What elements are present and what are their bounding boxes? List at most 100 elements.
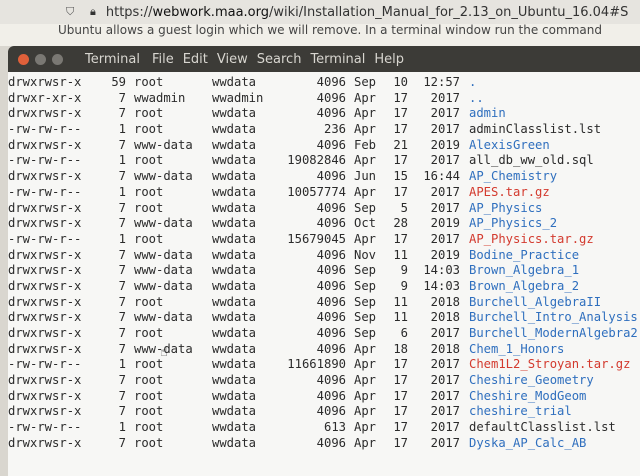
time-cell: 14:03 xyxy=(423,263,460,278)
link-count-cell: 7 xyxy=(118,278,126,293)
minimize-window-icon[interactable] xyxy=(35,53,46,65)
size-cell: 4096 xyxy=(316,200,346,215)
owner-cell: root xyxy=(134,122,164,137)
filename-cell: Chem_1_Honors xyxy=(469,341,565,356)
maximize-window-icon[interactable] xyxy=(52,53,63,65)
listing-row: drwxr-xr-x 7 wwadmin wwadmin 4096 Apr 17 2017.. xyxy=(8,91,640,107)
month-cell: Apr xyxy=(354,122,377,137)
filename-cell: Cheshire_Geometry xyxy=(469,373,594,388)
month-cell: Sep xyxy=(354,75,377,89)
month-cell: Nov xyxy=(354,247,377,262)
size-cell: 10057774 xyxy=(287,184,346,199)
listing-row: drwxrwsr-x 59 root wwdata 4096 Sep 10 12:57. xyxy=(8,75,640,91)
listing-row: drwxrwsr-x 7 www-data wwdata 4096 Nov 11 2019 Bo… xyxy=(8,248,640,264)
filename-cell: all_db_ww_old.sql xyxy=(469,153,594,168)
month-cell: Apr xyxy=(354,106,377,121)
size-cell: 613 xyxy=(323,420,346,435)
link-count-cell: 1 xyxy=(118,231,126,246)
group-cell: wwdata xyxy=(212,137,257,152)
owner-cell: www-data xyxy=(134,137,193,152)
owner-cell: root xyxy=(134,326,164,340)
day-cell: 17 xyxy=(393,388,408,403)
listing-row: drwxrwsr-x 7 www-data wwdata 4096 Oct 28 2019 AP… xyxy=(8,216,640,232)
menu-edit[interactable]: Edit xyxy=(183,52,208,67)
owner-cell: root xyxy=(134,153,164,168)
owner-cell: root xyxy=(134,420,164,435)
menu-view[interactable]: View xyxy=(217,52,248,67)
listing-row: drwxrwsr-x 7 www-data wwdata 4096 Sep 11 2018 Bu… xyxy=(8,310,640,326)
group-cell: wwdata xyxy=(212,420,257,435)
permissions-cell: drwxrwsr-x xyxy=(8,326,82,340)
month-cell: Sep xyxy=(354,263,377,278)
filename-cell: Burchell_Intro_Analysis xyxy=(469,310,638,325)
filename-cell: AP_Chemistry xyxy=(469,169,558,184)
link-count-cell: 7 xyxy=(118,326,126,340)
time-cell: 2017 xyxy=(430,231,460,246)
group-cell: wwdata xyxy=(212,106,257,121)
day-cell: 9 xyxy=(400,278,408,293)
group-cell: wwdata xyxy=(212,75,257,89)
listing-row: drwxrwsr-x 7 root wwdata 4096 Sep 5 2017 AP_Phys… xyxy=(8,201,640,217)
permissions-cell: -rw-rw-r-- xyxy=(8,153,82,168)
time-cell: 2017 xyxy=(430,200,460,215)
day-cell: 6 xyxy=(400,326,408,340)
directory-listing[interactable]: drwxrwsr-x 59 root wwdata 4096 Sep 10 12:57. drw… xyxy=(8,72,640,452)
size-cell: 4096 xyxy=(316,137,346,152)
permissions-cell: -rw-rw-r-- xyxy=(8,122,82,137)
size-cell: 4096 xyxy=(316,294,346,309)
day-cell: 17 xyxy=(393,106,408,121)
listing-row: -rw-rw-r-- 1 root wwdata 19082846 Apr 17 2017 al… xyxy=(8,153,640,169)
filename-cell: AlexisGreen xyxy=(469,137,550,152)
owner-cell: www-data xyxy=(134,310,193,325)
link-count-cell: 7 xyxy=(118,404,126,419)
filename-cell: APES.tar.gz xyxy=(469,184,550,199)
filename-cell: Brown_Algebra_2 xyxy=(469,278,580,293)
url-path: /wiki/Installation_Manual_for_2.13_on_Ub… xyxy=(269,4,629,20)
link-count-cell: 7 xyxy=(118,341,126,356)
shield-icon[interactable]: ⛉ xyxy=(66,6,76,18)
menu-terminal[interactable]: Terminal xyxy=(310,52,365,67)
menu-file[interactable]: File xyxy=(152,52,174,67)
day-cell: 17 xyxy=(393,420,408,435)
link-count-cell: 7 xyxy=(118,90,126,105)
time-cell: 2017 xyxy=(430,404,460,419)
group-cell: wwdata xyxy=(212,404,257,419)
time-cell: 2018 xyxy=(430,310,460,325)
owner-cell: www-data xyxy=(134,247,193,262)
permissions-cell: drwxrwsr-x xyxy=(8,137,82,152)
menu-search[interactable]: Search xyxy=(257,52,302,67)
filename-cell: Brown_Algebra_1 xyxy=(469,263,580,278)
filename-cell: Burchell_ModernAlgebra2 xyxy=(469,326,638,340)
group-cell: wwdata xyxy=(212,310,257,325)
permissions-cell: drwxrwsr-x xyxy=(8,294,82,309)
time-cell: 2019 xyxy=(430,137,460,152)
link-count-cell: 7 xyxy=(118,263,126,278)
month-cell: Sep xyxy=(354,310,377,325)
permissions-cell: drwxrwsr-x xyxy=(8,247,82,262)
permissions-cell: drwxrwsr-x xyxy=(8,310,82,325)
time-cell: 2018 xyxy=(430,294,460,309)
filename-cell: adminClasslist.lst xyxy=(469,122,602,137)
listing-row: drwxrwsr-x 7 www-data wwdata 4096 Sep 9 14:03 Br… xyxy=(8,263,640,279)
listing-row: drwxrwsr-x 7 www-data wwdata 4096 Sep 9 14:03 Br… xyxy=(8,279,640,295)
close-window-icon[interactable] xyxy=(18,53,29,65)
size-cell: 4096 xyxy=(316,388,346,403)
link-count-cell: 7 xyxy=(118,106,126,121)
menu-help[interactable]: Help xyxy=(374,52,404,67)
time-cell: 2017 xyxy=(430,388,460,403)
month-cell: Apr xyxy=(354,184,377,199)
url-field[interactable]: https://webwork.maa.org/wiki/Installatio… xyxy=(106,5,628,20)
permissions-cell: drwxrwsr-x xyxy=(8,106,82,121)
size-cell: 4096 xyxy=(316,169,346,184)
permissions-cell: -rw-rw-r-- xyxy=(8,184,82,199)
terminal-window[interactable]: Terminal File Edit View Search Terminal … xyxy=(8,46,640,476)
link-count-cell: 1 xyxy=(118,357,126,372)
lock-icon[interactable]: 🔒︎ xyxy=(90,5,96,19)
listing-row: -rw-rw-r-- 1 root wwdata 613 Apr 17 2017 default… xyxy=(8,420,640,436)
group-cell: wwdata xyxy=(212,184,257,199)
browser-address-bar: ⛉ 🔒︎ https://webwork.maa.org/wiki/Instal… xyxy=(0,0,640,25)
terminal-menubar: Terminal File Edit View Search Terminal … xyxy=(8,46,640,72)
day-cell: 17 xyxy=(393,122,408,137)
filename-cell: AP_Physics xyxy=(469,200,543,215)
time-cell: 2017 xyxy=(430,357,460,372)
